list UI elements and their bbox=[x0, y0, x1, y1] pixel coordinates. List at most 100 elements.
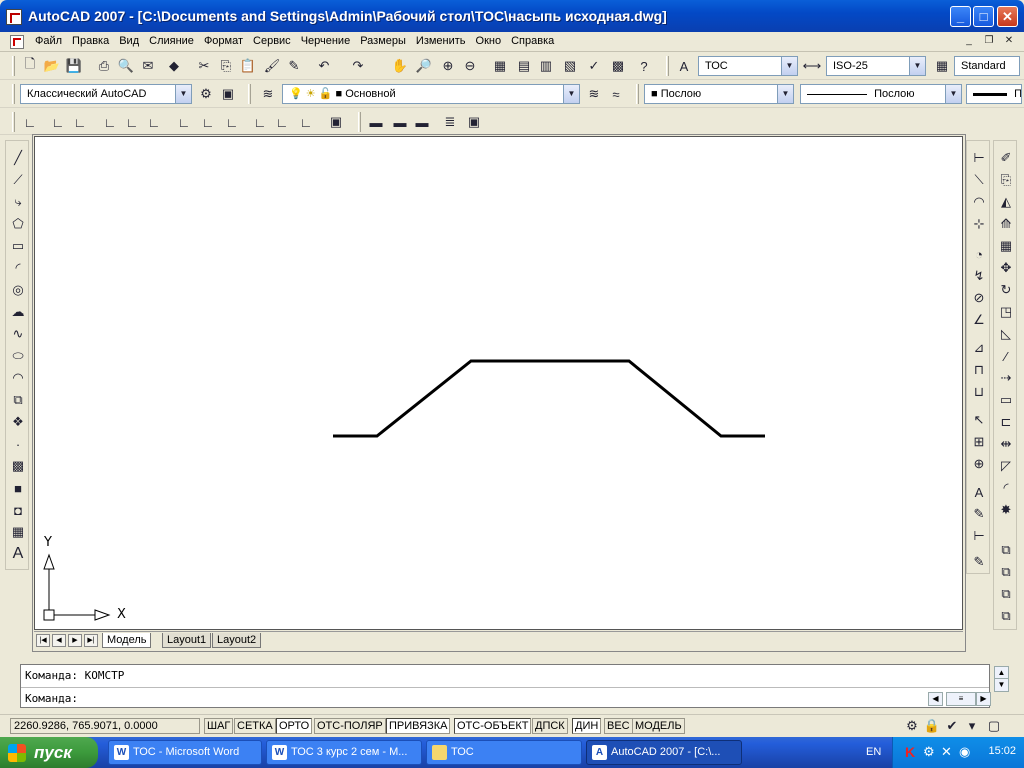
center-mark-icon[interactable]: ⊕ bbox=[969, 455, 989, 473]
menu-help[interactable]: Справка bbox=[506, 35, 559, 47]
layer-manager-icon[interactable]: ≋ bbox=[258, 84, 278, 104]
apply-ucs-icon[interactable]: ▣ bbox=[326, 112, 346, 132]
design-center-icon[interactable]: ▤ bbox=[514, 56, 534, 76]
menu-tools[interactable]: Сервис bbox=[248, 35, 296, 47]
chevron-down-icon[interactable]: ▼ bbox=[909, 57, 925, 75]
prev-tab-icon[interactable]: ◀ bbox=[52, 634, 66, 647]
toolbar-grip[interactable] bbox=[12, 56, 15, 76]
bring-to-front-icon[interactable]: ⧉ bbox=[996, 607, 1016, 625]
calculator-icon[interactable]: ▩ bbox=[608, 56, 628, 76]
zoom-realtime-icon[interactable]: 🔎 bbox=[414, 56, 434, 76]
properties-icon[interactable]: ▦ bbox=[490, 56, 510, 76]
menu-draw[interactable]: Черчение bbox=[296, 35, 356, 47]
table-style-select[interactable]: Standard bbox=[954, 56, 1020, 76]
jogged-dimension-icon[interactable]: ↯ bbox=[969, 267, 989, 285]
line-icon[interactable]: ╱ bbox=[8, 149, 28, 167]
move-icon[interactable]: ✥ bbox=[996, 259, 1016, 277]
hatch-icon[interactable]: ▩ bbox=[8, 457, 28, 475]
array-icon[interactable]: ▦ bbox=[996, 237, 1016, 255]
dim-linear-icon[interactable]: ▬ bbox=[390, 112, 410, 132]
chevron-down-icon[interactable]: ▼ bbox=[781, 57, 797, 75]
chevron-down-icon[interactable]: ▼ bbox=[563, 85, 579, 103]
clock[interactable]: 15:02 bbox=[988, 745, 1016, 757]
circle-icon[interactable]: ◎ bbox=[8, 281, 28, 299]
make-block-icon[interactable]: ❖ bbox=[8, 413, 28, 431]
start-button[interactable]: пуск bbox=[0, 737, 98, 768]
ucs-z-rotate-icon[interactable]: ∟ bbox=[296, 112, 316, 132]
cut-icon[interactable]: ✂ bbox=[194, 56, 214, 76]
toolbar-grip[interactable] bbox=[358, 112, 361, 132]
continue-dimension-icon[interactable]: ⊔ bbox=[969, 383, 989, 401]
kaspersky-icon[interactable]: K bbox=[905, 744, 915, 760]
tool-palettes-icon[interactable]: ▥ bbox=[536, 56, 556, 76]
sound-icon[interactable]: ◉ bbox=[959, 744, 970, 760]
multiline-text-icon[interactable]: A bbox=[8, 545, 28, 563]
join-icon[interactable]: ⇹ bbox=[996, 435, 1016, 453]
new-file-icon[interactable]: 🗋 bbox=[20, 56, 40, 76]
toolbar-lock-icon[interactable]: 🔒 bbox=[922, 716, 942, 736]
scroll-down-icon[interactable]: ▼ bbox=[994, 678, 1009, 692]
table-icon[interactable]: ▦ bbox=[8, 523, 28, 541]
redo-icon[interactable]: ↷ bbox=[348, 56, 368, 76]
toolbar-grip[interactable] bbox=[12, 84, 15, 104]
task-word-2[interactable]: W ТОС 3 курс 2 сем - М... bbox=[266, 740, 422, 765]
toolbar-grip[interactable] bbox=[12, 112, 15, 132]
last-tab-icon[interactable]: ▶| bbox=[84, 634, 98, 647]
construction-line-icon[interactable]: ⟋ bbox=[8, 171, 28, 189]
spline-icon[interactable]: ∿ bbox=[8, 325, 28, 343]
plot-icon[interactable]: ⎙ bbox=[94, 56, 114, 76]
ucs-3point-icon[interactable]: ∟ bbox=[222, 112, 242, 132]
my-workspace-icon[interactable]: ▣ bbox=[218, 84, 238, 104]
scale-icon[interactable]: ◳ bbox=[996, 303, 1016, 321]
chevron-down-icon[interactable]: ▼ bbox=[945, 85, 961, 103]
ellipse-icon[interactable]: ⬭ bbox=[8, 347, 28, 365]
close-button[interactable]: ✕ bbox=[997, 6, 1018, 27]
layer-previous-icon[interactable]: ≈ bbox=[606, 84, 626, 104]
coordinate-readout[interactable]: 2260.9286, 765.9071, 0.0000 bbox=[10, 718, 200, 734]
ucs-face-icon[interactable]: ∟ bbox=[100, 112, 120, 132]
rectangle-icon[interactable]: ▭ bbox=[8, 237, 28, 255]
tab-layout2[interactable]: Layout2 bbox=[212, 633, 262, 648]
tab-layout1[interactable]: Layout1 bbox=[162, 633, 212, 648]
arc-icon[interactable]: ◜ bbox=[8, 259, 28, 277]
chevron-down-icon[interactable]: ▼ bbox=[777, 85, 793, 103]
explode-icon[interactable]: ✸ bbox=[996, 501, 1016, 519]
task-autocad[interactable]: A AutoCAD 2007 - [C:\... bbox=[586, 740, 742, 765]
ucs-z-axis-icon[interactable]: ∟ bbox=[198, 112, 218, 132]
language-indicator[interactable]: EN bbox=[866, 746, 881, 758]
autocad-app-icon[interactable] bbox=[6, 9, 22, 25]
toolbar-grip[interactable] bbox=[248, 84, 251, 104]
otrack-toggle[interactable]: ОТС-ОБЪЕКТ bbox=[454, 718, 532, 734]
ducs-toggle[interactable]: ДПСК bbox=[532, 718, 568, 734]
baseline-dimension-icon[interactable]: ⊓ bbox=[969, 361, 989, 379]
quick-dimension-icon[interactable]: ▬ bbox=[366, 112, 386, 132]
color-select[interactable]: ■ Послою ▼ bbox=[644, 84, 794, 104]
scroll-right-icon[interactable]: ▶ bbox=[976, 692, 991, 706]
trim-icon[interactable]: ⁄ bbox=[996, 347, 1016, 365]
menu-window[interactable]: Окно bbox=[471, 35, 507, 47]
clean-screen-icon[interactable]: ▢ bbox=[984, 716, 1004, 736]
menu-file[interactable]: Файл bbox=[30, 35, 67, 47]
draw-order-icon[interactable]: ⧉ bbox=[996, 541, 1016, 559]
ortho-toggle[interactable]: ОРТО bbox=[276, 718, 313, 734]
ucs-object-icon[interactable]: ∟ bbox=[122, 112, 142, 132]
ucs-world-icon[interactable]: ∟ bbox=[48, 112, 68, 132]
next-tab-icon[interactable]: ▶ bbox=[68, 634, 82, 647]
save-icon[interactable]: 💾 bbox=[64, 56, 84, 76]
match-properties-icon[interactable]: 🖌 bbox=[262, 56, 282, 76]
embankment-profile[interactable] bbox=[333, 359, 765, 438]
task-word[interactable]: W ТОС - Microsoft Word bbox=[108, 740, 262, 765]
doc-restore-icon[interactable]: ❐ bbox=[982, 35, 996, 48]
plot-preview-icon[interactable]: 🔍 bbox=[116, 56, 136, 76]
menu-dimension[interactable]: Размеры bbox=[355, 35, 411, 47]
minimize-button[interactable]: _ bbox=[950, 6, 971, 27]
status-menu-icon[interactable]: ▾ bbox=[962, 716, 982, 736]
undo-icon[interactable]: ↶ bbox=[314, 56, 334, 76]
doc-minimize-icon[interactable]: _ bbox=[962, 35, 976, 48]
ucs-previous-icon[interactable]: ∟ bbox=[70, 112, 90, 132]
break-at-point-icon[interactable]: ▭ bbox=[996, 391, 1016, 409]
dim-aligned-icon[interactable]: ▬ bbox=[412, 112, 432, 132]
dim-style-select[interactable]: ISO-25 ▼ bbox=[826, 56, 926, 76]
lineweight-select[interactable]: П bbox=[966, 84, 1022, 104]
markup-icon[interactable]: ✓ bbox=[584, 56, 604, 76]
